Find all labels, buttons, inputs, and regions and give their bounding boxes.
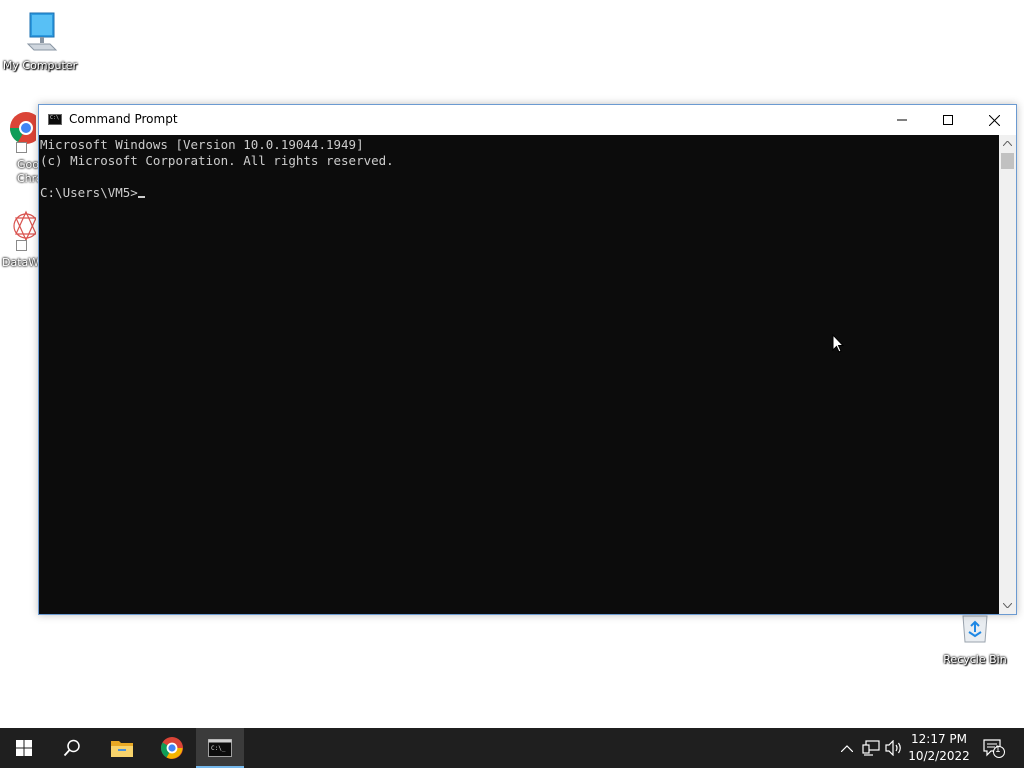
search-icon bbox=[63, 739, 80, 757]
mouse-pointer-icon bbox=[832, 334, 844, 353]
taskbar-clock[interactable]: 12:17 PM 10/2/2022 bbox=[908, 731, 970, 765]
console-prompt-line: C:\Users\VM5> bbox=[40, 185, 999, 201]
text-cursor bbox=[137, 196, 145, 198]
volume-button[interactable] bbox=[884, 738, 904, 758]
console-line: Microsoft Windows [Version 10.0.19044.19… bbox=[40, 137, 364, 152]
clock-date: 10/2/2022 bbox=[908, 749, 970, 763]
scroll-down-button[interactable] bbox=[999, 597, 1016, 614]
title-bar[interactable]: C:\ Command Prompt bbox=[39, 105, 1016, 135]
dataw-shortcut[interactable] bbox=[0, 206, 42, 251]
command-prompt-icon: C:\ bbox=[48, 114, 62, 125]
console-output[interactable]: Microsoft Windows [Version 10.0.19044.19… bbox=[39, 135, 999, 614]
chrome-icon bbox=[161, 737, 183, 759]
action-center-button[interactable]: 1 bbox=[981, 738, 1007, 758]
vertical-scrollbar[interactable] bbox=[999, 135, 1016, 614]
chevron-down-icon bbox=[1003, 603, 1012, 608]
network-icon bbox=[862, 740, 880, 756]
command-prompt-taskbar-button[interactable]: C:\_ bbox=[196, 728, 244, 768]
console-line: (c) Microsoft Corporation. All rights re… bbox=[40, 153, 394, 168]
dataw-label: DataW bbox=[2, 256, 40, 269]
shortcut-arrow-icon bbox=[16, 240, 27, 251]
my-computer-shortcut[interactable]: My Computer bbox=[0, 10, 80, 73]
window-title: Command Prompt bbox=[69, 112, 178, 126]
command-prompt-icon: C:\_ bbox=[208, 739, 232, 757]
scroll-up-button[interactable] bbox=[999, 135, 1016, 152]
scroll-thumb[interactable] bbox=[1001, 153, 1014, 169]
search-button[interactable] bbox=[48, 728, 96, 768]
google-chrome-shortcut[interactable] bbox=[0, 108, 42, 153]
chevron-up-icon bbox=[1003, 141, 1012, 146]
svg-text:C:\_: C:\_ bbox=[211, 745, 226, 752]
computer-icon bbox=[26, 12, 58, 51]
command-prompt-window[interactable]: C:\ Command Prompt Microsoft Windows [Ve… bbox=[38, 104, 1017, 615]
start-icon bbox=[16, 740, 32, 756]
console-prompt: C:\Users\VM5> bbox=[40, 185, 138, 200]
chevron-up-icon bbox=[841, 744, 853, 752]
maximize-icon bbox=[943, 115, 953, 125]
my-computer-label: My Computer bbox=[2, 59, 78, 72]
close-icon bbox=[988, 114, 1000, 126]
taskbar: C:\_ 12:17 PM 10/2/2022 1 bbox=[0, 728, 1024, 768]
start-button[interactable] bbox=[0, 728, 48, 768]
close-button[interactable] bbox=[971, 105, 1017, 135]
recycle-bin-icon bbox=[962, 615, 988, 643]
maximize-button[interactable] bbox=[925, 105, 971, 135]
minimize-button[interactable] bbox=[879, 105, 925, 135]
recycle-bin-shortcut[interactable]: Recycle Bin bbox=[935, 612, 1015, 667]
clock-time: 12:17 PM bbox=[911, 732, 967, 746]
notification-icon bbox=[983, 739, 1005, 758]
shortcut-arrow-icon bbox=[16, 142, 27, 153]
show-hidden-icons-button[interactable] bbox=[837, 738, 857, 758]
minimize-icon bbox=[897, 119, 907, 121]
speaker-icon bbox=[885, 740, 901, 756]
file-explorer-icon bbox=[111, 741, 133, 757]
recycle-bin-label: Recycle Bin bbox=[943, 653, 1007, 666]
network-button[interactable] bbox=[861, 738, 881, 758]
file-explorer-button[interactable] bbox=[98, 728, 146, 768]
notification-count: 1 bbox=[995, 745, 1001, 755]
chrome-button[interactable] bbox=[148, 728, 196, 768]
